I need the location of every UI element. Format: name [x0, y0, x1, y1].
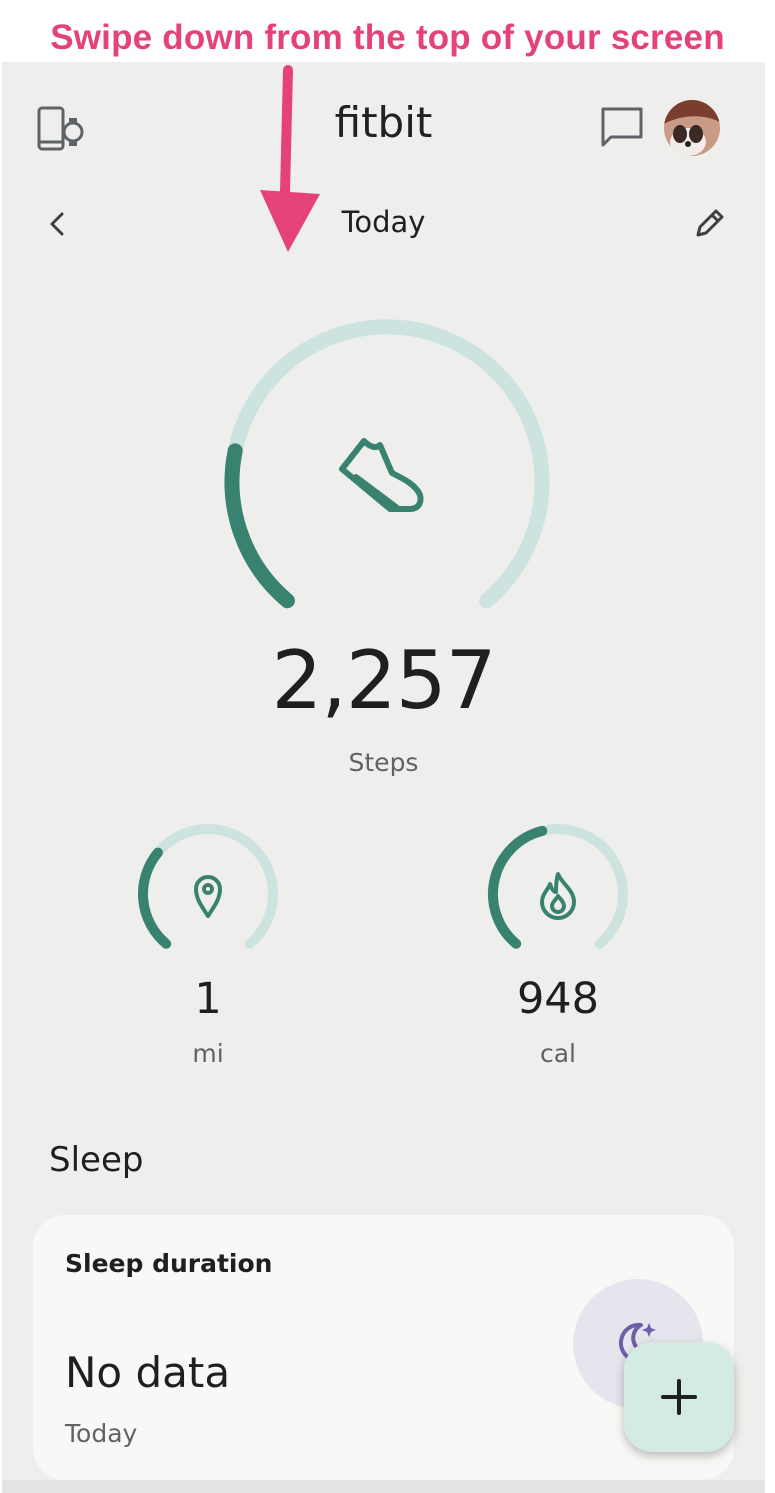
sleep-card-value: No data — [65, 1348, 231, 1397]
location-pin-icon — [194, 875, 222, 918]
calories-value: 948 — [516, 974, 600, 1024]
message-icon[interactable] — [598, 104, 646, 152]
date-label: Today — [341, 205, 426, 239]
plus-icon — [661, 1379, 697, 1415]
avatar[interactable] — [664, 100, 720, 156]
steps-value: 2,257 — [271, 634, 496, 727]
sleep-section-title: Sleep — [49, 1140, 144, 1180]
date-navigation: Today — [2, 197, 765, 267]
pencil-icon[interactable] — [692, 207, 726, 241]
distance-ring-fill — [138, 847, 172, 949]
steps-ring-fill — [224, 443, 295, 609]
top-app-bar: fitbit — [2, 62, 765, 197]
calories-ring-fill — [487, 825, 548, 949]
distance-metric[interactable]: 1 mi — [128, 822, 288, 1082]
app-title: fitbit — [334, 98, 433, 147]
distance-value: 1 — [194, 974, 222, 1024]
steps-progress-ring[interactable] — [212, 307, 562, 617]
sleep-card-date: Today — [65, 1419, 138, 1448]
steps-label: Steps — [348, 748, 419, 777]
calories-metric[interactable]: 948 cal — [478, 822, 638, 1082]
distance-unit: mi — [192, 1039, 224, 1068]
shoe-icon — [339, 438, 424, 512]
add-fab-button[interactable] — [624, 1342, 734, 1452]
sleep-card-title: Sleep duration — [65, 1249, 273, 1278]
down-arrow-icon — [260, 65, 320, 252]
fitbit-today-screen: fitbit Today 2,257 Steps 1 mi 948 cal Sl… — [2, 62, 765, 1493]
flame-icon — [540, 872, 576, 920]
calories-unit: cal — [539, 1039, 576, 1068]
annotation-text: Swipe down from the top of your screen — [50, 18, 725, 57]
screen-bottom-edge — [2, 1480, 765, 1493]
